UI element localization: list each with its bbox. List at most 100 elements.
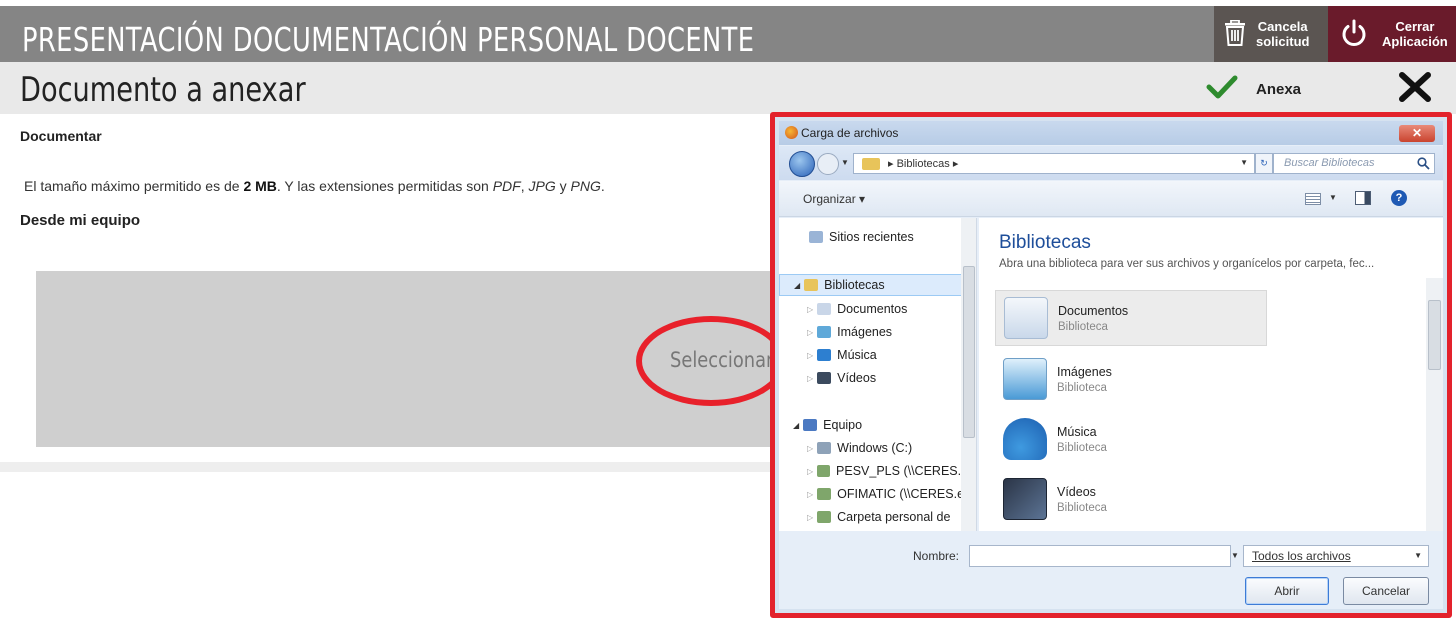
power-icon [1340, 19, 1368, 50]
file-type-value: Todos los archivos [1252, 549, 1351, 563]
filename-input[interactable] [969, 545, 1231, 567]
chevron-down-icon[interactable]: ▼ [1231, 551, 1239, 560]
chevron-down-icon[interactable]: ▼ [1329, 193, 1337, 202]
search-placeholder: Buscar Bibliotecas [1284, 157, 1375, 169]
nav-scrollbar[interactable] [961, 218, 976, 531]
attach-label: Anexa [1256, 81, 1302, 98]
ext-jpg: JPG [528, 178, 556, 194]
expand-icon[interactable]: ▷ [807, 305, 813, 314]
expand-icon[interactable]: ▷ [807, 328, 813, 337]
cancel-button[interactable]: Cancelar [1343, 577, 1429, 605]
attach-button[interactable]: Anexa [1206, 74, 1301, 105]
cancel-label-line2: solicitud [1256, 34, 1310, 49]
chevron-down-icon[interactable]: ▼ [1240, 158, 1248, 167]
upload-info-text: El tamaño máximo permitido es de 2 MB. Y… [24, 178, 605, 194]
address-path[interactable]: ▸ Bibliotecas ▸ ▼ [853, 153, 1255, 174]
info-prefix: El tamaño máximo permitido es de [24, 178, 244, 194]
library-item-music[interactable]: Música Biblioteca [995, 412, 1267, 468]
documents-icon [817, 303, 832, 315]
nav-item-documents[interactable]: ▷ Documentos [779, 298, 975, 320]
recent-places-icon [809, 231, 823, 243]
info-comma: , [520, 178, 529, 194]
expand-icon[interactable]: ▷ [807, 467, 813, 476]
highlight-frame: Carga de archivos ✕ ▼ ▸ Bibliotecas ▸ ▼ … [770, 112, 1452, 618]
library-type: Biblioteca [1057, 442, 1107, 454]
back-icon[interactable] [789, 151, 815, 177]
nav-item-images[interactable]: ▷ Imágenes [779, 321, 975, 343]
open-button[interactable]: Abrir [1245, 577, 1329, 605]
nav-item-computer[interactable]: ◢ Equipo [779, 414, 975, 436]
nav-item-label: Equipo [823, 418, 863, 432]
libraries-title: Bibliotecas [999, 232, 1091, 253]
organize-menu[interactable]: Organizar ▾ [803, 192, 865, 206]
cancel-label-line1: Cancela [1257, 19, 1308, 34]
nav-item-personal-folder[interactable]: ▷ Carpeta personal de [779, 506, 975, 528]
nav-item-ofimatic[interactable]: ▷ OFIMATIC (\\CERES.e [779, 483, 975, 505]
file-upload-dialog: Carga de archivos ✕ ▼ ▸ Bibliotecas ▸ ▼ … [779, 121, 1443, 609]
expand-icon[interactable]: ▷ [807, 444, 813, 453]
dialog-title: Carga de archivos [801, 126, 899, 140]
videos-icon [817, 372, 832, 384]
preview-pane-icon[interactable] [1355, 191, 1371, 205]
app-title: PRESENTACIÓN DOCUMENTACIÓN PERSONAL DOCE… [22, 20, 755, 59]
close-icon[interactable] [1398, 72, 1432, 107]
library-item-videos[interactable]: Vídeos Biblioteca [995, 472, 1267, 528]
expand-icon[interactable]: ◢ [793, 421, 799, 430]
content-scrollbar[interactable] [1426, 278, 1443, 531]
page: PRESENTACIÓN DOCUMENTACIÓN PERSONAL DOCE… [0, 0, 1456, 620]
expand-icon[interactable]: ▷ [807, 351, 813, 360]
library-name: Documentos [1058, 304, 1129, 318]
path-text: ▸ Bibliotecas ▸ [888, 158, 959, 170]
nav-item-videos[interactable]: ▷ Vídeos [779, 367, 975, 389]
folder-icon [862, 158, 880, 170]
close-label-line2: Aplicación [1382, 34, 1448, 49]
content-scroll-thumb[interactable] [1428, 300, 1441, 370]
header-title-bar: PRESENTACIÓN DOCUMENTACIÓN PERSONAL DOCE… [0, 6, 1214, 62]
nav-scroll-thumb[interactable] [963, 266, 975, 438]
library-item-documents[interactable]: Documentos Biblioteca [995, 290, 1267, 346]
view-options-icon[interactable] [1305, 193, 1321, 205]
nav-item-label: Windows (C:) [837, 441, 913, 455]
dialog-toolbar: Organizar ▾ ▼ ? [779, 181, 1443, 217]
expand-icon[interactable]: ▷ [807, 513, 813, 522]
chevron-down-icon: ▼ [1414, 551, 1422, 560]
nav-item-label: Imágenes [837, 325, 893, 339]
search-input[interactable]: Buscar Bibliotecas [1273, 153, 1435, 174]
nav-item-libraries[interactable]: ◢ Bibliotecas [779, 274, 975, 296]
images-library-icon [1003, 358, 1047, 400]
nav-item-music[interactable]: ▷ Música [779, 344, 975, 366]
filename-label: Nombre: [913, 549, 960, 563]
videos-library-icon [1003, 478, 1047, 520]
cancel-request-button[interactable]: Cancela solicitud [1214, 6, 1328, 62]
dialog-footer: Nombre: ▼ Todos los archivos ▼ Abrir Can… [779, 531, 1443, 609]
forward-icon[interactable] [817, 153, 839, 175]
network-drive-icon [817, 488, 832, 500]
refresh-icon[interactable]: ↻ [1255, 153, 1273, 174]
expand-icon[interactable]: ▷ [807, 374, 813, 383]
max-size: 2 MB [243, 178, 277, 194]
nav-item-pesv-pls[interactable]: ▷ PESV_PLS (\\CERES.ed [779, 460, 975, 482]
nav-item-windows-c[interactable]: ▷ Windows (C:) [779, 437, 975, 459]
firefox-icon [785, 126, 798, 139]
network-drive-icon [817, 511, 832, 523]
nav-item-recent[interactable]: Sitios recientes [779, 226, 975, 248]
navigation-pane: Sitios recientes ◢ Bibliotecas ▷ Documen… [779, 218, 977, 531]
chevron-down-icon[interactable]: ▼ [841, 158, 849, 167]
ext-pdf: PDF [492, 178, 521, 194]
libraries-subtitle: Abra una biblioteca para ver sus archivo… [999, 258, 1375, 270]
app-header: PRESENTACIÓN DOCUMENTACIÓN PERSONAL DOCE… [0, 0, 1456, 62]
library-item-images[interactable]: Imágenes Biblioteca [995, 352, 1267, 408]
library-name: Imágenes [1057, 365, 1112, 379]
file-type-select[interactable]: Todos los archivos ▼ [1243, 545, 1429, 567]
close-app-button[interactable]: Cerrar Aplicación [1328, 6, 1456, 62]
info-middle: . Y las extensiones permitidas son [276, 178, 493, 194]
expand-icon[interactable]: ◢ [794, 281, 800, 290]
close-icon[interactable]: ✕ [1399, 125, 1435, 142]
documents-library-icon [1004, 297, 1048, 339]
dialog-titlebar[interactable]: Carga de archivos ✕ [779, 121, 1443, 145]
expand-icon[interactable]: ▷ [807, 490, 813, 499]
content-pane: Bibliotecas Abra una biblioteca para ver… [979, 218, 1443, 531]
address-bar: ▼ ▸ Bibliotecas ▸ ▼ ↻ Buscar Bibliotecas [779, 146, 1443, 180]
nav-item-label: PESV_PLS (\\CERES.ed [836, 464, 975, 478]
help-icon[interactable]: ? [1391, 190, 1407, 206]
